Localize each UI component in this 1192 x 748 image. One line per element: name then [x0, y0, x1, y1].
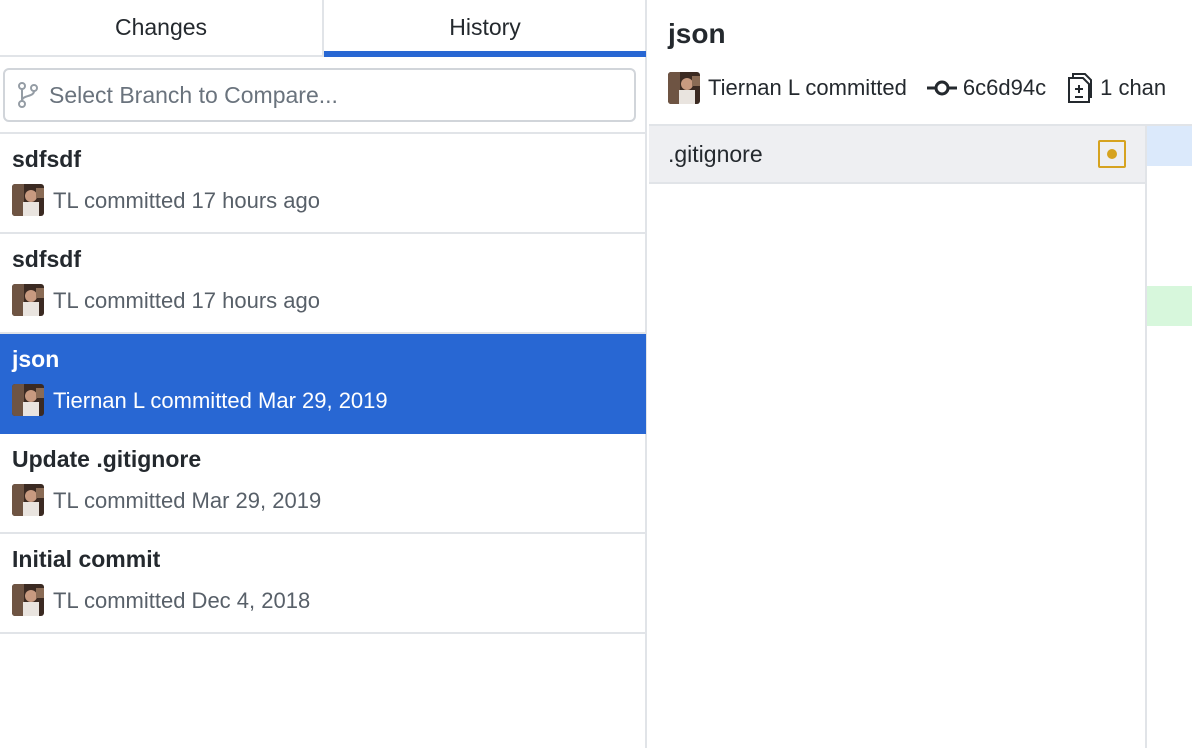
diff-file-icon — [1068, 73, 1093, 103]
commit-details-meta: Tiernan L committed 6c6d94c 1 chan — [668, 72, 1166, 104]
avatar — [12, 484, 44, 516]
files-changed-count: 1 chan — [1100, 75, 1167, 100]
avatar — [12, 184, 44, 216]
diff-hunk-header — [1147, 126, 1192, 166]
avatar — [12, 284, 44, 316]
file-path: .gitignore — [668, 141, 763, 167]
commit-meta: TL committed Dec 4, 2018 — [53, 588, 311, 613]
git-branch-icon — [18, 82, 38, 108]
avatar — [12, 384, 44, 416]
commit-list-item-selected[interactable]: json Tiernan L committed Mar 29, 2019 — [0, 334, 646, 434]
commit-list: sdfsdf TL committed 17 hours ago sdfsdf … — [0, 134, 646, 634]
commit-meta: Tiernan L committed Mar 29, 2019 — [53, 388, 388, 413]
tab-history[interactable]: History — [324, 0, 646, 57]
commit-summary: json — [12, 346, 60, 372]
commit-list-item[interactable]: sdfsdf TL committed 17 hours ago — [0, 134, 646, 234]
commit-summary: Update .gitignore — [12, 446, 202, 472]
modified-status-icon — [1098, 140, 1126, 168]
diff-added-line — [1147, 286, 1192, 326]
commit-sha[interactable]: 6c6d94c — [963, 75, 1046, 101]
commit-summary: Initial commit — [12, 546, 161, 572]
commit-author: Tiernan L committed — [708, 75, 907, 100]
commit-meta: TL committed 17 hours ago — [53, 288, 320, 313]
diff-view[interactable] — [1147, 126, 1192, 748]
avatar — [12, 584, 44, 616]
branch-compare-input[interactable] — [49, 81, 609, 109]
commit-list-item[interactable]: Update .gitignore TL committed Mar 29, 2… — [0, 434, 646, 534]
tab-bar: Changes History — [0, 0, 646, 57]
commit-title: json — [668, 18, 726, 49]
branch-compare-box[interactable] — [3, 68, 636, 122]
commit-meta: TL committed Mar 29, 2019 — [53, 488, 322, 513]
commit-list-item[interactable]: Initial commit TL committed Dec 4, 2018 — [0, 534, 646, 634]
commit-meta: TL committed 17 hours ago — [53, 188, 320, 213]
commit-summary: sdfsdf — [12, 246, 81, 272]
commit-summary: sdfsdf — [12, 146, 81, 172]
commit-details-pane: json Tiernan L committed 6c6d94c 1 chan … — [649, 0, 1192, 748]
tab-changes[interactable]: Changes — [0, 0, 324, 55]
git-commit-icon — [926, 80, 957, 96]
changed-file-item[interactable]: .gitignore — [649, 126, 1145, 184]
changed-files-list: .gitignore — [649, 126, 1147, 748]
history-sidebar: Changes History sdfsdf TL committed 17 h… — [0, 0, 647, 748]
avatar — [668, 72, 700, 104]
commit-list-item[interactable]: sdfsdf TL committed 17 hours ago — [0, 234, 646, 334]
